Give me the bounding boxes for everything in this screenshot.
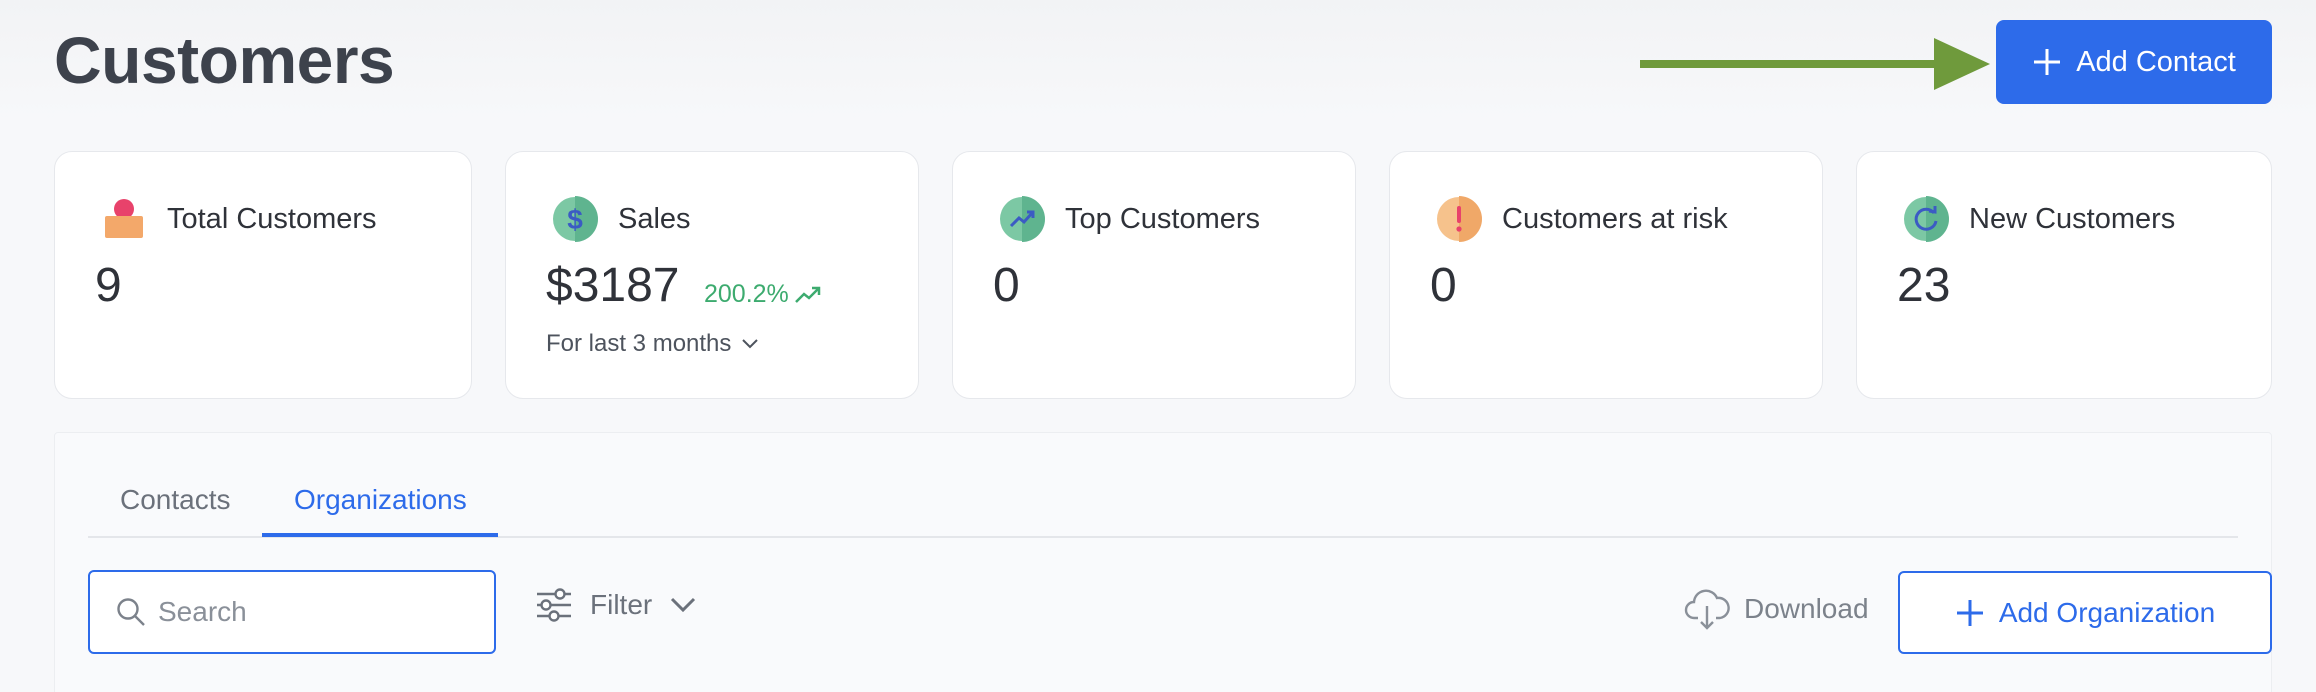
tab-organizations[interactable]: Organizations bbox=[294, 484, 467, 516]
stat-card-sales: $ Sales $3187 bbox=[505, 151, 919, 399]
active-tab-indicator bbox=[262, 533, 498, 537]
download-label: Download bbox=[1744, 593, 1869, 624]
chevron-down-icon bbox=[671, 597, 696, 613]
chevron-down-icon bbox=[742, 339, 759, 349]
stat-label: Top Customers bbox=[1065, 202, 1261, 235]
filter-button[interactable]: Filter bbox=[536, 588, 696, 622]
page-title: Customers bbox=[54, 23, 395, 97]
add-organization-button[interactable]: Add Organization bbox=[1898, 571, 2272, 654]
search-input[interactable] bbox=[158, 596, 458, 628]
plus-icon bbox=[2034, 49, 2061, 75]
sliders-icon bbox=[537, 588, 571, 622]
stat-label: Customers at risk bbox=[1502, 202, 1728, 235]
stat-value: 23 bbox=[1897, 259, 1951, 312]
add-contact-label: Add Contact bbox=[2076, 45, 2236, 78]
stat-value: 9 bbox=[95, 259, 122, 312]
svg-text:$: $ bbox=[567, 204, 583, 235]
stat-label: Total Customers bbox=[167, 202, 377, 235]
stat-card-at-risk: Customers at risk 0 bbox=[1389, 151, 1823, 399]
dollar-icon: $ bbox=[553, 196, 598, 242]
period-label: For last 3 months bbox=[546, 330, 732, 357]
period-dropdown[interactable]: For last 3 months bbox=[546, 330, 759, 358]
filter-label: Filter bbox=[590, 589, 653, 620]
stat-label: New Customers bbox=[1969, 202, 2176, 235]
stat-value: 0 bbox=[1430, 259, 1457, 312]
person-icon bbox=[105, 199, 143, 238]
search-icon bbox=[117, 598, 145, 626]
trend-up-icon bbox=[1000, 196, 1045, 242]
growth-indicator: 200.2% bbox=[704, 280, 821, 309]
add-organization-label: Add Organization bbox=[1998, 596, 2216, 628]
cloud-download-icon bbox=[1684, 589, 1730, 630]
stat-card-top-customers: Top Customers 0 bbox=[952, 151, 1356, 399]
growth-value: 200.2% bbox=[704, 280, 789, 308]
stat-value: $3187 bbox=[546, 259, 680, 312]
stat-value: 0 bbox=[993, 259, 1020, 312]
search-field[interactable] bbox=[88, 570, 496, 654]
alert-icon bbox=[1437, 196, 1482, 242]
trend-up-icon bbox=[794, 286, 821, 303]
stat-label: Sales bbox=[618, 202, 691, 235]
refresh-icon bbox=[1904, 196, 1949, 242]
tab-contacts[interactable]: Contacts bbox=[120, 484, 231, 516]
stat-card-total-customers: Total Customers 9 bbox=[54, 151, 472, 399]
plus-icon bbox=[1956, 599, 1983, 626]
annotation-arrow bbox=[1640, 38, 1990, 90]
stat-card-new-customers: New Customers 23 bbox=[1856, 151, 2272, 399]
add-contact-button[interactable]: Add Contact bbox=[1996, 20, 2272, 104]
download-button[interactable]: Download bbox=[1684, 586, 1869, 632]
